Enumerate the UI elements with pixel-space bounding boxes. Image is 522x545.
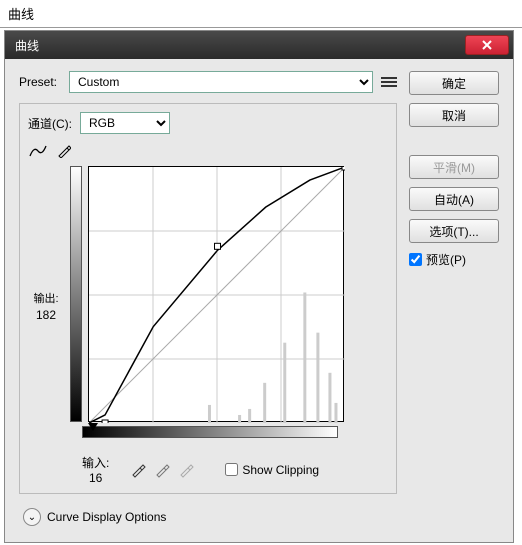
outer-window-title: 曲线 [0, 0, 522, 28]
channel-panel: 通道(C): RGB 输出: 182 [19, 103, 397, 494]
auto-button[interactable]: 自动(A) [409, 187, 499, 211]
cancel-button[interactable]: 取消 [409, 103, 499, 127]
expand-options-button[interactable]: ⌄ [23, 508, 41, 526]
white-eyedropper-icon[interactable] [175, 459, 197, 481]
curves-dialog: 曲线 Preset: Custom 通道(C): RGB [4, 30, 514, 543]
gray-eyedropper-icon[interactable] [151, 459, 173, 481]
curve-display-options-label: Curve Display Options [47, 510, 166, 524]
preset-label: Preset: [19, 75, 61, 89]
curve-tool-icon[interactable] [28, 142, 48, 160]
pencil-tool-icon[interactable] [54, 142, 74, 160]
output-label: 输出: [33, 290, 58, 306]
ok-button[interactable]: 确定 [409, 71, 499, 95]
channel-select[interactable]: RGB [80, 112, 170, 134]
channel-label: 通道(C): [28, 115, 72, 132]
input-gradient [82, 426, 338, 438]
show-clipping-checkbox[interactable]: Show Clipping [225, 463, 319, 477]
close-button[interactable] [465, 35, 509, 55]
curve-graph[interactable] [88, 166, 344, 422]
dialog-title: 曲线 [9, 37, 39, 54]
smooth-button[interactable]: 平滑(M) [409, 155, 499, 179]
black-eyedropper-icon[interactable] [127, 459, 149, 481]
output-gradient [70, 166, 82, 422]
options-button[interactable]: 选项(T)... [409, 219, 499, 243]
input-value: 16 [89, 471, 102, 485]
show-clipping-label: Show Clipping [242, 463, 319, 477]
close-icon [482, 40, 492, 50]
black-point-slider[interactable] [88, 423, 98, 431]
preset-menu-icon[interactable] [381, 74, 397, 90]
preview-label: 预览(P) [426, 251, 466, 268]
titlebar: 曲线 [5, 31, 513, 59]
input-label: 输入: [82, 454, 109, 471]
preview-checkbox[interactable]: 预览(P) [409, 251, 499, 268]
preset-select[interactable]: Custom [69, 71, 373, 93]
output-value: 182 [36, 308, 56, 322]
